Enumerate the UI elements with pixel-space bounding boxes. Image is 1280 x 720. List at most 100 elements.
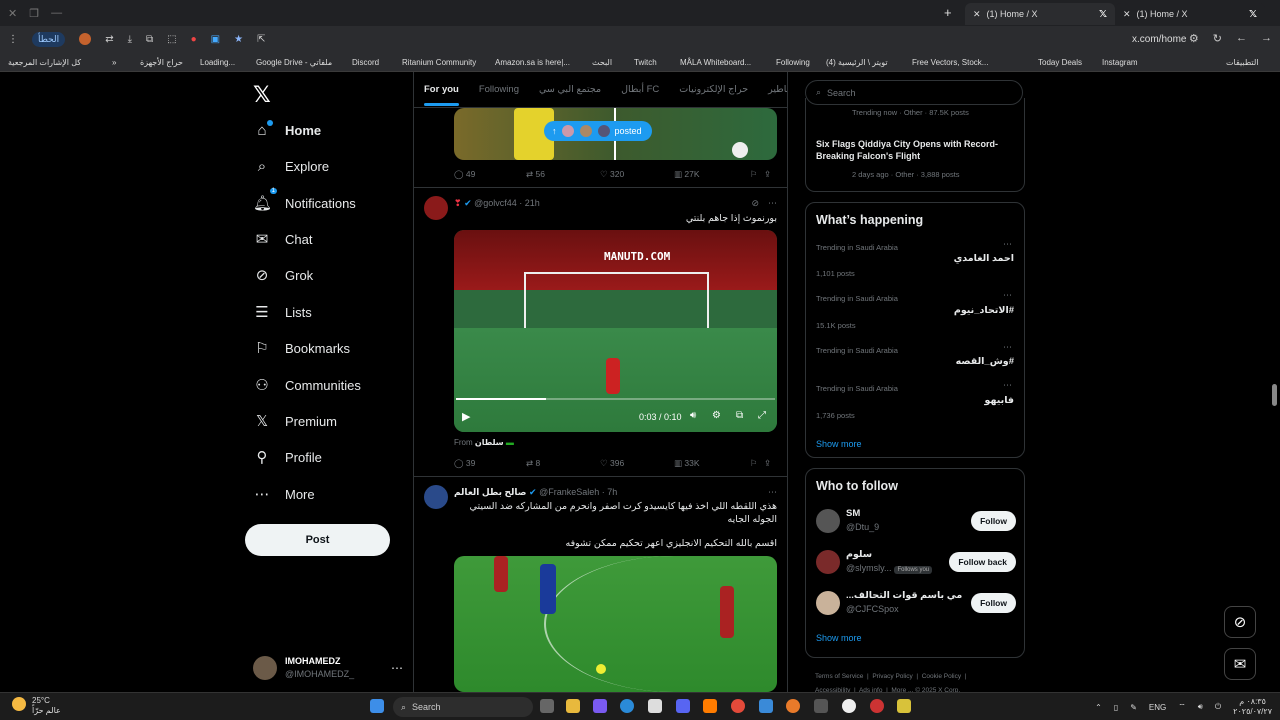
like-button[interactable]: ♡ 320: [600, 169, 674, 180]
more-dots-icon[interactable]: ⋯: [1003, 239, 1012, 250]
forward-icon[interactable]: ←: [1236, 32, 1247, 45]
show-more-link[interactable]: Show more: [816, 439, 862, 449]
language-indicator[interactable]: ENG: [1149, 703, 1166, 712]
menu-dots-icon[interactable]: ⋮: [8, 34, 18, 45]
chrome-icon[interactable]: [731, 699, 745, 713]
nav-item-notifications[interactable]: 🔔︎ 1 Notifications: [253, 188, 356, 217]
more-dots-icon[interactable]: ⋯: [768, 198, 777, 209]
tab-for-you[interactable]: For you: [424, 84, 459, 106]
trend-name[interactable]: فابيهو: [985, 395, 1014, 406]
close-window-icon[interactable]: ✕: [8, 7, 17, 20]
tweet-time[interactable]: 21h: [525, 198, 540, 208]
x-logo-icon[interactable]: 𝕏: [253, 82, 271, 108]
app-icon[interactable]: [842, 699, 856, 713]
nav-item-profile[interactable]: ⚲ Profile: [253, 443, 322, 471]
tab-close-icon[interactable]: ✕: [973, 9, 981, 20]
screenshot-icon[interactable]: ⧉: [146, 34, 153, 45]
profile-icon[interactable]: [79, 33, 92, 45]
site-settings-icon[interactable]: ⚙: [1189, 32, 1199, 45]
extension-red-icon[interactable]: ●: [191, 34, 197, 45]
nav-item-explore[interactable]: ⌕ Explore: [253, 152, 329, 180]
tab-community[interactable]: مجتمع البي سي: [539, 84, 601, 95]
show-more-link[interactable]: Show more: [816, 633, 862, 643]
video-progress-track[interactable]: [546, 398, 775, 400]
bookmark-icon[interactable]: ⚐: [750, 458, 764, 469]
back-icon[interactable]: →: [1261, 32, 1272, 45]
like-button[interactable]: ♡ 396: [600, 458, 674, 469]
volume-icon[interactable]: 🔊︎: [1198, 702, 1203, 712]
bookmark-item[interactable]: Instagram: [1102, 58, 1138, 67]
calculator-icon[interactable]: [814, 699, 828, 713]
tweet-media[interactable]: [454, 556, 777, 692]
edge-icon[interactable]: [620, 699, 634, 713]
bookmark-item[interactable]: Following: [776, 58, 810, 67]
more-dots-icon[interactable]: ⋯: [1003, 342, 1012, 353]
tweet-handle[interactable]: @golvcf44: [474, 198, 517, 208]
nav-item-premium[interactable]: 𝕏 Premium: [253, 407, 337, 435]
follow-button[interactable]: Follow: [971, 593, 1016, 613]
grok-fab-icon[interactable]: ⊘: [1224, 606, 1256, 638]
reply-button[interactable]: ◯ 39: [454, 458, 526, 469]
footer-link[interactable]: Terms of Service: [815, 673, 863, 680]
tweet-handle[interactable]: @FrankeSaleh: [539, 487, 599, 497]
more-dots-icon[interactable]: ⋯: [1003, 380, 1012, 391]
nav-item-chat[interactable]: ✉ Chat: [253, 225, 313, 253]
from-name[interactable]: سلطان: [475, 438, 504, 447]
weather-icon[interactable]: [12, 697, 26, 711]
bookmark-icon[interactable]: ⚐: [750, 169, 764, 180]
tweet-author-name[interactable]: صالح بطل العالم: [454, 487, 526, 497]
task-view-icon[interactable]: [540, 699, 554, 713]
power-icon[interactable]: ⏻: [1215, 702, 1221, 712]
clock[interactable]: ٠٨:٣٥ م ٢٠٢٥/٠٧/٢٧: [1233, 697, 1272, 717]
avatar[interactable]: [424, 196, 448, 220]
follow-button[interactable]: Follow: [971, 511, 1016, 531]
illustrator-icon[interactable]: [703, 699, 717, 713]
tab-community[interactable]: حراج الإلكترونيات: [679, 84, 748, 95]
bookmark-item[interactable]: البحث: [592, 58, 612, 67]
grok-icon[interactable]: ⊘: [751, 198, 759, 209]
nav-item-communities[interactable]: ⚇ Communities: [253, 371, 361, 399]
extension-blue-icon[interactable]: ▣: [211, 34, 220, 45]
account-switcher[interactable]: IMOHAMEDZ @IMOHAMEDZ_ ⋯: [253, 650, 403, 686]
bookmark-item[interactable]: Free Vectors, Stock...: [912, 58, 988, 67]
avatar[interactable]: [424, 485, 448, 509]
minimize-window-icon[interactable]: —: [51, 7, 62, 20]
retweet-button[interactable]: ⇄ 56: [526, 169, 600, 180]
follow-suggestion[interactable]: SM @Dtu_9 Follow: [816, 505, 1016, 541]
blender-icon[interactable]: [786, 699, 800, 713]
scrollbar-thumb[interactable]: [1272, 384, 1277, 406]
bookmark-item[interactable]: Loading...: [200, 58, 235, 67]
trend-name[interactable]: #وش_القصه: [956, 356, 1014, 367]
reload-icon[interactable]: ↻: [1213, 32, 1222, 45]
translate-icon[interactable]: ⇄: [105, 34, 113, 45]
restore-window-icon[interactable]: ❐: [29, 7, 39, 20]
follow-suggestion[interactable]: ...مي باسم قوات التحالف @CJFCSpox Follow: [816, 587, 1016, 623]
views-button[interactable]: ▥ 27K: [674, 169, 750, 180]
fullscreen-icon[interactable]: ⤢: [758, 410, 766, 421]
browser-tab[interactable]: ✕ (1) Home / X 𝕏: [965, 3, 1115, 25]
footer-link[interactable]: Privacy Policy: [872, 673, 912, 680]
bookmarks-overflow-icon[interactable]: »: [112, 58, 116, 67]
error-pill[interactable]: الحطأ: [32, 31, 66, 47]
tweet-video[interactable]: MANUTD.COM ▶ 0:03 / 0:10 🔊︎ ⚙ ⧉ ⤢: [454, 230, 777, 432]
bookmark-item[interactable]: Discord: [352, 58, 379, 67]
nav-item-lists[interactable]: ☰ Lists: [253, 298, 311, 326]
chrome-active-icon[interactable]: [870, 699, 884, 713]
nav-item-grok[interactable]: ⊘ Grok: [253, 261, 313, 289]
bookmark-item[interactable]: MÅLA Whiteboard...: [680, 58, 751, 67]
start-icon[interactable]: [370, 699, 384, 713]
nav-item-bookmarks[interactable]: ⚐ Bookmarks: [253, 334, 350, 362]
follow-suggestion[interactable]: سلوم @slymsly... Follows you Follow back: [816, 546, 1016, 582]
new-tab-button[interactable]: +: [944, 5, 952, 20]
share-icon[interactable]: ⇱: [257, 34, 265, 45]
bookmark-item[interactable]: كل الإشارات المرجعية: [8, 58, 81, 67]
bookmark-item[interactable]: Amazon.sa is here|...: [495, 58, 570, 67]
post-button[interactable]: Post: [245, 524, 390, 556]
tab-close-icon[interactable]: ✕: [1123, 9, 1131, 20]
bookmark-item[interactable]: Google Drive - ملفاتي: [256, 58, 332, 67]
browser-tab[interactable]: ✕ (1) Home / X 𝕏: [1115, 3, 1265, 25]
bookmark-item[interactable]: التطبيقات: [1226, 58, 1258, 67]
battery-icon[interactable]: ▯: [1114, 703, 1118, 712]
settings-icon[interactable]: ⚙: [712, 410, 721, 421]
play-icon[interactable]: ▶: [462, 410, 470, 423]
